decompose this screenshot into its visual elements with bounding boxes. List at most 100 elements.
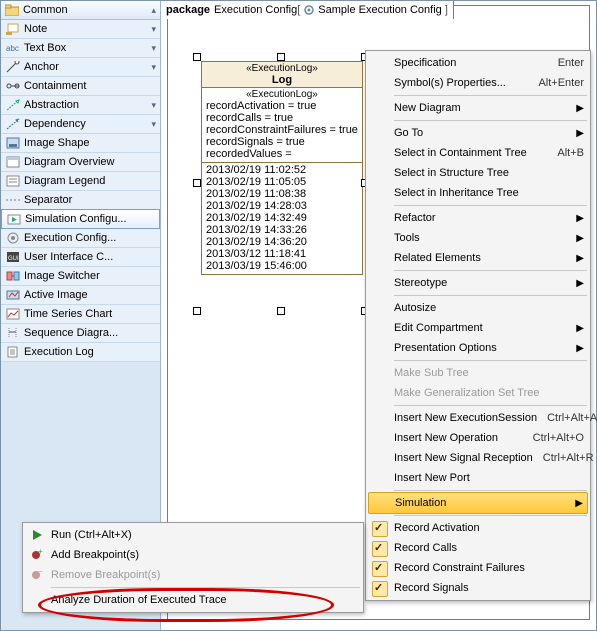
palette-item-icon bbox=[5, 22, 21, 36]
palette-item[interactable]: Execution Log bbox=[1, 343, 160, 362]
svg-text:GUI: GUI bbox=[8, 256, 19, 262]
menu-item[interactable]: Record Signals bbox=[368, 578, 588, 598]
palette-item-label: Execution Log bbox=[24, 346, 160, 358]
svg-text:abc: abc bbox=[6, 44, 19, 53]
palette-item[interactable]: Sequence Diagra... bbox=[1, 324, 160, 343]
svg-text:+: + bbox=[38, 549, 43, 556]
palette-item[interactable]: Containment bbox=[1, 77, 160, 96]
submenu-arrow-icon: ▶ bbox=[576, 128, 584, 139]
menu-item[interactable]: Presentation Options▶ bbox=[368, 338, 588, 358]
palette-item-label: Diagram Overview bbox=[24, 156, 160, 168]
menu-item[interactable]: Run (Ctrl+Alt+X) bbox=[25, 525, 361, 545]
menu-separator bbox=[394, 405, 587, 406]
palette-header-common[interactable]: Common ▴ bbox=[1, 1, 160, 20]
menu-item[interactable]: Tools▶ bbox=[368, 228, 588, 248]
bp-add-icon: + bbox=[29, 547, 45, 563]
palette-item[interactable]: Anchor▾ bbox=[1, 58, 160, 77]
menu-item[interactable]: +Add Breakpoint(s) bbox=[25, 545, 361, 565]
menu-separator bbox=[394, 270, 587, 271]
menu-item-label: Insert New Operation bbox=[394, 432, 523, 444]
palette-item[interactable]: Separator bbox=[1, 191, 160, 210]
package-tab: package Execution Config [ Sample Execut… bbox=[161, 1, 454, 19]
palette-item-icon bbox=[5, 136, 21, 150]
palette-item-icon bbox=[5, 174, 21, 188]
submenu-arrow-icon: ▶ bbox=[575, 498, 583, 509]
palette-item[interactable]: Dependency▾ bbox=[1, 115, 160, 134]
palette-item[interactable]: Note▾ bbox=[1, 20, 160, 39]
play-icon bbox=[29, 527, 45, 543]
menu-item[interactable]: Select in Structure Tree bbox=[368, 163, 588, 183]
palette-item[interactable]: Abstraction▾ bbox=[1, 96, 160, 115]
menu-item[interactable]: Record Calls bbox=[368, 538, 588, 558]
menu-item-label: Refactor bbox=[394, 212, 576, 224]
execution-log-element[interactable]: «ExecutionLog» Log «ExecutionLog» record… bbox=[201, 61, 363, 275]
menu-item-label: Record Calls bbox=[394, 542, 584, 554]
menu-item[interactable]: Insert New Port bbox=[368, 468, 588, 488]
menu-item[interactable]: Record Activation bbox=[368, 518, 588, 538]
submenu-arrow-icon: ▶ bbox=[576, 343, 584, 354]
menu-item[interactable]: Related Elements▶ bbox=[368, 248, 588, 268]
menu-item[interactable]: SpecificationEnter bbox=[368, 53, 588, 73]
menu-item[interactable]: Analyze Duration of Executed Trace bbox=[25, 590, 361, 610]
palette-item[interactable]: abcText Box▾ bbox=[1, 39, 160, 58]
palette-item[interactable]: Image Switcher bbox=[1, 267, 160, 286]
palette-item-label: Time Series Chart bbox=[24, 308, 160, 320]
palette-item[interactable]: Simulation Configu... bbox=[1, 209, 160, 229]
menu-item: −Remove Breakpoint(s) bbox=[25, 565, 361, 585]
palette-item[interactable]: Diagram Overview bbox=[1, 153, 160, 172]
chevron-down-icon: ▾ bbox=[151, 43, 156, 54]
palette-item-icon bbox=[5, 155, 21, 169]
palette-item[interactable]: Active Image bbox=[1, 286, 160, 305]
menu-separator bbox=[394, 205, 587, 206]
element-name: Log bbox=[202, 74, 362, 86]
palette-header-label: Common bbox=[23, 4, 68, 16]
menu-item[interactable]: Symbol(s) Properties...Alt+Enter bbox=[368, 73, 588, 93]
menu-item[interactable]: Insert New ExecutionSessionCtrl+Alt+A bbox=[368, 408, 588, 428]
bracket-open: [ bbox=[297, 4, 300, 16]
palette-item[interactable]: Diagram Legend bbox=[1, 172, 160, 191]
submenu-arrow-icon: ▶ bbox=[576, 233, 584, 244]
menu-item[interactable]: Stereotype▶ bbox=[368, 273, 588, 293]
palette-item[interactable]: Execution Config... bbox=[1, 229, 160, 248]
selection-handle[interactable] bbox=[193, 53, 201, 61]
chevron-down-icon: ▾ bbox=[151, 62, 156, 73]
element-attr-line: recordConstraintFailures = true bbox=[206, 124, 358, 136]
menu-item-label: Insert New Port bbox=[394, 472, 584, 484]
menu-item-label: Record Constraint Failures bbox=[394, 562, 584, 574]
palette-item-icon bbox=[5, 307, 21, 321]
palette-item-label: Sequence Diagra... bbox=[24, 327, 160, 339]
menu-item[interactable]: Refactor▶ bbox=[368, 208, 588, 228]
palette-item[interactable]: GUIUser Interface C... bbox=[1, 248, 160, 267]
selection-handle[interactable] bbox=[193, 307, 201, 315]
submenu-arrow-icon: ▶ bbox=[576, 103, 584, 114]
element-stereotype: «ExecutionLog» bbox=[202, 63, 362, 74]
element-attrs-compartment: «ExecutionLog» recordActivation = truere… bbox=[202, 88, 362, 163]
menu-item[interactable]: Simulation▶ bbox=[368, 492, 588, 514]
chevron-down-icon: ▾ bbox=[151, 119, 156, 130]
menu-item[interactable]: New Diagram▶ bbox=[368, 98, 588, 118]
menu-item[interactable]: Select in Containment TreeAlt+B bbox=[368, 143, 588, 163]
selection-handle[interactable] bbox=[193, 179, 201, 187]
menu-item[interactable]: Edit Compartment▶ bbox=[368, 318, 588, 338]
menu-item[interactable]: Select in Inheritance Tree bbox=[368, 183, 588, 203]
menu-item[interactable]: Record Constraint Failures bbox=[368, 558, 588, 578]
selection-handle[interactable] bbox=[277, 53, 285, 61]
menu-item[interactable]: Go To▶ bbox=[368, 123, 588, 143]
folder-icon bbox=[5, 4, 19, 16]
menu-item[interactable]: Insert New OperationCtrl+Alt+O bbox=[368, 428, 588, 448]
menu-item[interactable]: Insert New Signal ReceptionCtrl+Alt+R bbox=[368, 448, 588, 468]
palette-item[interactable]: Time Series Chart bbox=[1, 305, 160, 324]
palette-item-icon bbox=[5, 345, 21, 359]
palette-item-icon bbox=[5, 117, 21, 131]
palette-item-label: Execution Config... bbox=[24, 232, 160, 244]
menu-item-label: Stereotype bbox=[394, 277, 576, 289]
element-op-line: 2013/02/19 14:32:49 bbox=[206, 212, 358, 224]
menu-item[interactable]: Autosize bbox=[368, 298, 588, 318]
menu-item: Make Generalization Set Tree bbox=[368, 383, 588, 403]
menu-item-label: Related Elements bbox=[394, 252, 576, 264]
menu-item-label: Presentation Options bbox=[394, 342, 576, 354]
palette-item[interactable]: Image Shape bbox=[1, 134, 160, 153]
palette-item-icon bbox=[6, 212, 22, 226]
selection-handle[interactable] bbox=[277, 307, 285, 315]
menu-item-label: Autosize bbox=[394, 302, 584, 314]
